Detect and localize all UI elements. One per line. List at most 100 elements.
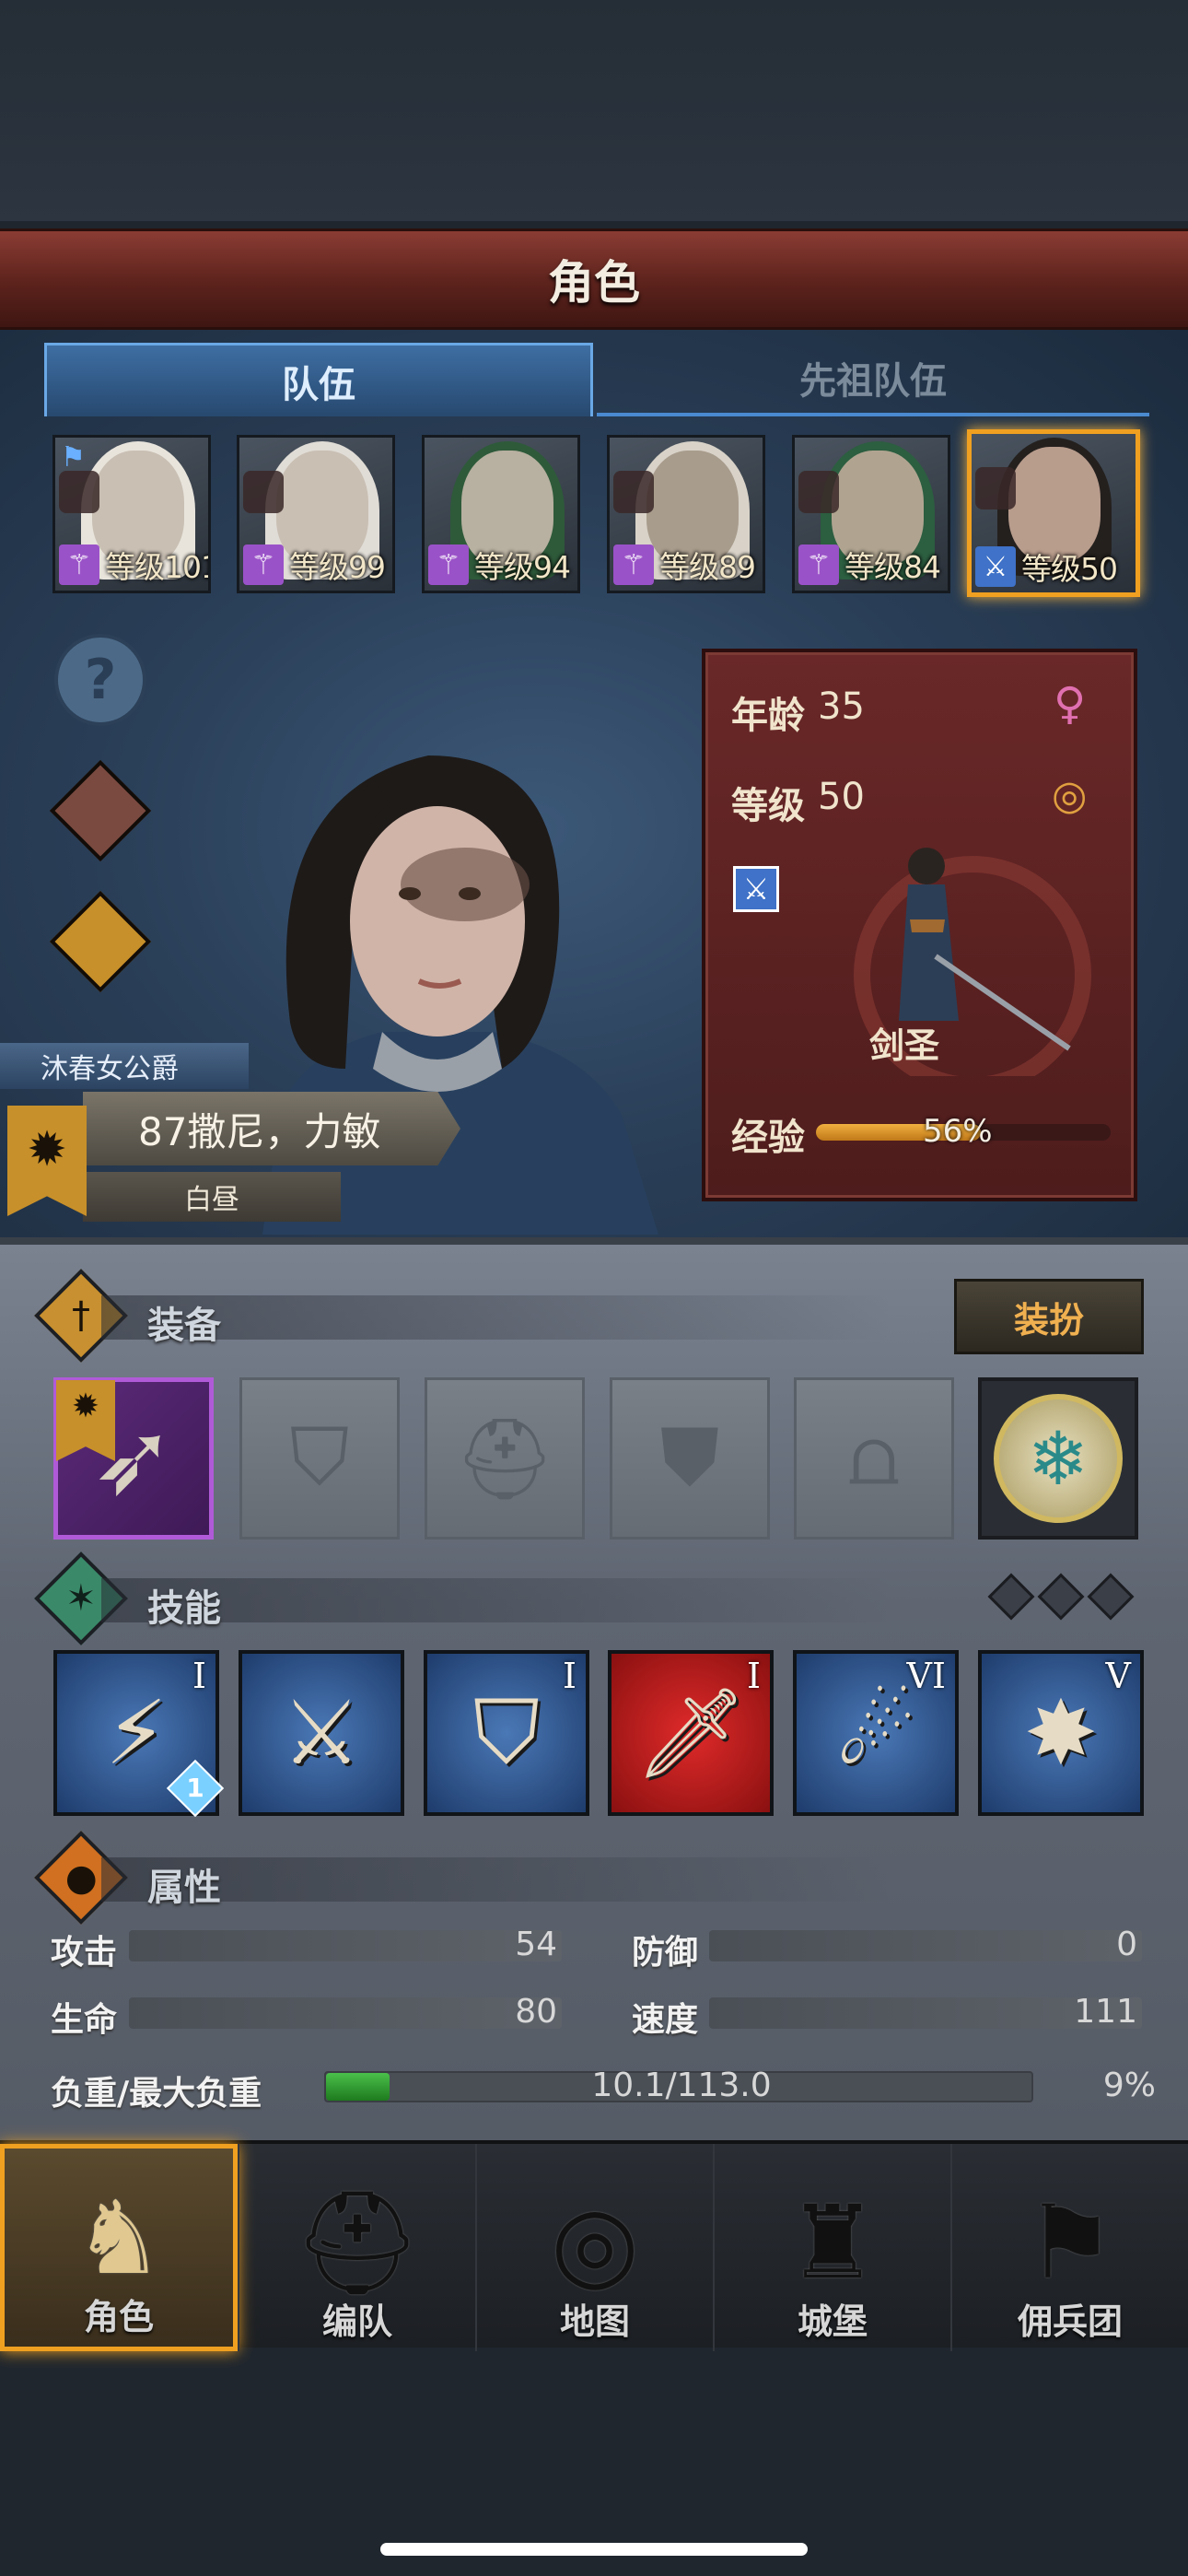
nav-character[interactable]: ♞ 角色 <box>0 2144 238 2351</box>
equip-slot-boots[interactable]: ⩍ <box>794 1377 954 1540</box>
staff-class-icon: ⚚ <box>613 544 654 585</box>
skill-rank: I <box>562 1656 577 1696</box>
party-member-2[interactable]: ⚚ 等级99 <box>237 435 395 593</box>
nav-label: 编队 <box>321 2301 392 2342</box>
banner-icon: ⚑ <box>1024 2184 1116 2301</box>
nav-label: 城堡 <box>797 2301 868 2342</box>
speed-label: 速度 <box>632 2001 699 2039</box>
sun-emblem-icon: ✹ <box>56 1380 115 1461</box>
skill-slot-6[interactable]: ✸ V <box>978 1650 1144 1816</box>
skill-slot-1[interactable]: ⚡ I 1 <box>53 1650 225 1818</box>
age-value: 35 <box>818 685 865 728</box>
tab-ancestor-team[interactable]: 先祖队伍 <box>597 343 1149 416</box>
female-icon: ♀ <box>1054 678 1087 730</box>
helmet-icon <box>798 471 839 513</box>
exp-label: 经验 <box>731 1117 805 1159</box>
question-icon: ? <box>54 634 146 726</box>
tab-team[interactable]: 队伍 <box>44 343 593 416</box>
empty-point-icon <box>1037 1573 1085 1621</box>
armor-icon: ⛊ <box>659 1411 720 1504</box>
skill-points <box>987 1573 1135 1621</box>
helmet-icon <box>59 471 99 513</box>
member-level: 等级101 <box>105 549 211 585</box>
party-member-6-selected[interactable]: ⚔ 等级50 <box>967 429 1140 597</box>
helmet-icon: ⛑ <box>454 1412 555 1505</box>
character-subtitle: 白昼 <box>83 1172 341 1222</box>
home-indicator[interactable] <box>380 2543 808 2556</box>
load-percent: 9% <box>1102 2067 1156 2104</box>
skill-slot-3[interactable]: ⛉ I <box>424 1650 589 1816</box>
character-silhouette-icon <box>49 759 152 862</box>
hp-label: 生命 <box>51 2001 118 2039</box>
appearance-button[interactable] <box>49 759 152 862</box>
party-member-3[interactable]: ⚚ 等级94 <box>422 435 580 593</box>
equip-slot-amulet[interactable]: ❄ <box>978 1377 1138 1540</box>
staff-class-icon: ⚚ <box>798 544 839 585</box>
bottom-nav: ♞ 角色 ⛑ 编队 ◎ 地图 ♜ 城堡 ⚑ 佣兵团 <box>0 2140 1188 2351</box>
claw-skill-icon: ☄ <box>835 1681 916 1785</box>
team-tabs: 队伍 先祖队伍 <box>44 343 1188 416</box>
member-level: 等级50 <box>1021 551 1118 587</box>
dress-up-button[interactable]: 装扮 <box>954 1279 1144 1354</box>
equip-slot-armor[interactable]: ⛊ <box>610 1377 770 1540</box>
attack-value: 54 <box>515 1926 557 1963</box>
equip-slot-helmet[interactable]: ⛑ <box>425 1377 585 1540</box>
skill-rank: VI <box>906 1656 946 1696</box>
shield-bash-skill-icon: ⛉ <box>473 1680 540 1784</box>
party-member-5[interactable]: ⚚ 等级84 <box>792 435 950 593</box>
empty-point-icon <box>987 1573 1035 1621</box>
level-value: 50 <box>818 776 865 818</box>
rings-icon: ◎ <box>1052 772 1088 819</box>
hp-value: 80 <box>515 1993 557 2031</box>
helmet-icon <box>243 471 284 513</box>
equipment-title: 装备 <box>147 1305 221 1347</box>
load-bar-fill <box>326 2073 390 2101</box>
equip-slot-shield[interactable]: ⛉ <box>239 1377 400 1540</box>
skill-slot-5[interactable]: ☄ VI <box>793 1650 959 1816</box>
nav-mercenary[interactable]: ⚑ 佣兵团 <box>950 2144 1188 2351</box>
member-level: 等级94 <box>474 549 571 585</box>
potion-button[interactable] <box>49 890 152 993</box>
party-member-1[interactable]: ⚑ ⚚ 等级101 <box>52 435 211 593</box>
load-value: 10.1/113.0 <box>591 2067 772 2104</box>
attributes-title: 属性 <box>147 1867 221 1909</box>
staff-class-icon: ⚚ <box>59 544 99 585</box>
snowflake-amulet-icon: ❄ <box>994 1394 1123 1523</box>
nav-label: 地图 <box>559 2301 630 2342</box>
load-label: 负重/最大负重 <box>51 2075 262 2113</box>
level-label: 等级 <box>731 785 805 827</box>
helmet-icon <box>975 467 1016 509</box>
compass-icon: ◎ <box>551 2184 639 2301</box>
nav-castle[interactable]: ♜ 城堡 <box>713 2144 950 2351</box>
equip-slot-weapon[interactable]: ➶ ✹ <box>53 1377 214 1540</box>
castle-icon: ♜ <box>786 2184 879 2301</box>
party-member-4[interactable]: ⚚ 等级89 <box>607 435 765 593</box>
skill-slot-4[interactable]: 🗡 I <box>608 1650 774 1816</box>
help-button[interactable]: ? <box>51 630 150 730</box>
character-info-card: 年龄 35 ♀ 等级 50 ◎ ⚔ 剑圣 经验 56% <box>702 649 1137 1201</box>
knight-icon: ♞ <box>73 2179 165 2297</box>
nav-formation[interactable]: ⛑ 编队 <box>238 2144 475 2351</box>
equipment-section-header: † 装备 装扮 <box>34 1269 1151 1363</box>
member-level: 等级99 <box>289 549 386 585</box>
noble-title: 沐春女公爵 <box>0 1043 249 1089</box>
nav-map[interactable]: ◎ 地图 <box>475 2144 713 2351</box>
attributes-section-header: ● 属性 <box>34 1831 1151 1925</box>
skills-section-header: ✶ 技能 <box>34 1551 1151 1645</box>
sword-skill-icon: 🗡 <box>635 1680 747 1785</box>
leader-flag-icon: ⚑ <box>61 441 86 474</box>
speed-value: 111 <box>1074 1993 1137 2031</box>
shield-icon: ⛉ <box>289 1411 350 1504</box>
sword-slash-skill-icon: ⚔ <box>281 1681 362 1785</box>
skill-slot-2[interactable]: ⚔ <box>239 1650 404 1816</box>
character-name[interactable]: 87撒尼，力敏 <box>83 1092 460 1165</box>
sword-class-icon: ⚔ <box>733 866 779 912</box>
member-level: 等级84 <box>844 549 941 585</box>
nav-label: 佣兵团 <box>1017 2301 1123 2342</box>
skill-rank: V <box>1105 1656 1131 1696</box>
sword-class-icon: ⚔ <box>975 546 1016 587</box>
skill-rank: I <box>192 1656 206 1696</box>
potion-icon <box>49 890 152 993</box>
defense-value: 0 <box>1116 1926 1137 1963</box>
boots-icon: ⩍ <box>848 1411 900 1504</box>
